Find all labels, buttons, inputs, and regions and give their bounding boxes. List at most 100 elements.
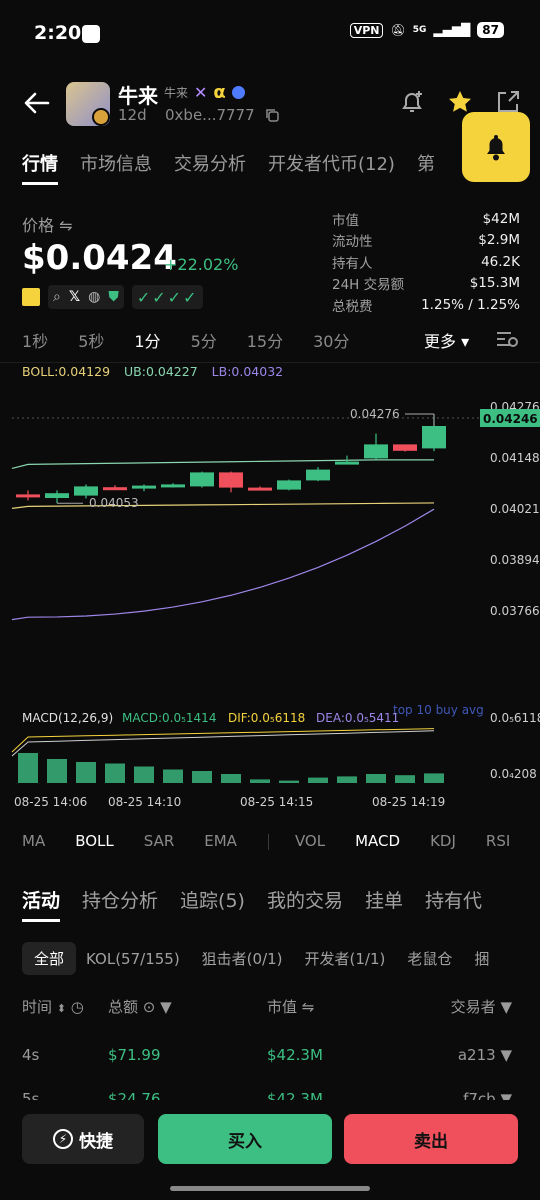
macd-bar	[47, 759, 67, 783]
copy-icon[interactable]	[264, 107, 280, 123]
platform-icon[interactable]: α	[213, 82, 225, 103]
filter-all[interactable]: 全部	[22, 942, 77, 975]
network-label: 5G	[412, 25, 427, 35]
ind-kdj[interactable]: KDJ	[430, 832, 456, 850]
stat-label: 持有人	[332, 255, 373, 272]
tab-market[interactable]: 行情	[22, 150, 58, 185]
time-axis-label: 08-25 14:19	[372, 795, 445, 809]
tf-5m[interactable]: 5分	[191, 328, 217, 352]
tab-market-info[interactable]: 市场信息	[80, 150, 152, 185]
boll-lower-band	[11, 508, 435, 621]
x-link-icon[interactable]: ✕	[194, 83, 207, 102]
sell-button[interactable]: 卖出	[344, 1114, 518, 1164]
row-trader[interactable]: a213 ▼	[458, 1046, 512, 1064]
filter-dev[interactable]: 开发者(1/1)	[305, 942, 386, 975]
shield-icon[interactable]: ⛊	[108, 289, 119, 305]
tab-more[interactable]: 第	[417, 150, 435, 185]
back-arrow-icon[interactable]	[22, 88, 52, 118]
filter-insider[interactable]: 老鼠仓	[395, 942, 464, 975]
price-label[interactable]: 价格 ⇋	[22, 212, 73, 236]
ind-vol[interactable]: VOL	[295, 832, 325, 850]
signal-icon: ▂▄▆█	[433, 23, 471, 37]
x-icon[interactable]: 𝕏	[69, 289, 80, 305]
ind-sar[interactable]: SAR	[144, 832, 174, 850]
security-checks[interactable]: ✓✓✓✓	[131, 285, 204, 309]
stat-value: 1.25% / 1.25%	[421, 296, 520, 313]
ind-macd[interactable]: MACD	[355, 832, 400, 850]
vpn-badge: VPN	[349, 22, 384, 38]
filter-icon[interactable]: ▼	[500, 1046, 512, 1064]
filter-icon: ▼	[500, 998, 512, 1016]
tf-5s[interactable]: 5秒	[78, 328, 104, 352]
macd-bar	[105, 763, 125, 783]
candle-body	[277, 480, 301, 490]
price-axis-label: 0.03766	[490, 604, 540, 618]
social-links: ⌕ 𝕏 ◍ ⛊	[48, 285, 124, 309]
tf-15m[interactable]: 15分	[247, 328, 283, 352]
macd-value: MACD:0.0₅1414	[122, 711, 216, 725]
quick-label: 快捷	[79, 1131, 113, 1152]
col-time[interactable]: 时间 ⬍ ◷	[22, 996, 84, 1017]
tab-tracking[interactable]: 追踪(5)	[180, 886, 245, 922]
tab-orders[interactable]: 挂单	[365, 886, 403, 922]
lightning-icon: ⚡︎	[53, 1129, 73, 1149]
tab-holders[interactable]: 持有代	[425, 886, 482, 922]
filter-bundle[interactable]: 捆	[474, 942, 489, 975]
chain-badge-icon	[92, 108, 110, 126]
candle-body	[219, 472, 243, 488]
token-address[interactable]: 0xbe...7777	[165, 106, 255, 124]
buy-button[interactable]: 买入	[158, 1114, 332, 1164]
tf-1m[interactable]: 1分	[134, 328, 160, 352]
tab-holdings[interactable]: 持仓分析	[82, 886, 158, 922]
tf-1s[interactable]: 1秒	[22, 328, 48, 352]
low-price-label: 0.04053	[89, 496, 139, 510]
token-name: 牛来	[118, 84, 158, 108]
globe-icon[interactable]: ◍	[88, 289, 100, 305]
ind-boll[interactable]: BOLL	[75, 832, 114, 850]
filter-sniper[interactable]: 狙击者(0/1)	[190, 942, 295, 975]
candle-body	[132, 485, 156, 489]
tab-trade-analysis[interactable]: 交易分析	[174, 150, 246, 185]
boll-upper-band	[11, 459, 434, 469]
macd-title: MACD(12,26,9)	[22, 711, 113, 725]
macd-bar	[250, 779, 270, 783]
filter-kol[interactable]: KOL(57/155)	[86, 944, 180, 974]
tab-my-trades[interactable]: 我的交易	[267, 886, 343, 922]
quick-trade-button[interactable]: ⚡︎ 快捷	[22, 1114, 144, 1164]
candle-body	[161, 484, 185, 488]
col-mcap[interactable]: 市值 ⇋	[267, 996, 314, 1017]
macd-bar	[308, 777, 328, 783]
tf-30m[interactable]: 30分	[313, 328, 349, 352]
row-mcap: $42.3M	[267, 1046, 323, 1064]
stat-value: $2.9M	[478, 232, 520, 249]
bell-plus-icon[interactable]	[398, 88, 426, 116]
status-time: 2:20	[34, 22, 82, 44]
stat-tax: 总税费 1.25% / 1.25%	[332, 294, 520, 316]
price-alert-button[interactable]	[462, 112, 530, 182]
ind-ma[interactable]: MA	[22, 832, 45, 850]
col-trader[interactable]: 交易者 ▼	[451, 996, 512, 1017]
stat-label: 总税费	[332, 298, 373, 315]
tab-activity[interactable]: 活动	[22, 886, 61, 922]
token-meta: 牛来 ✕ α	[164, 82, 245, 103]
chart-settings-icon[interactable]	[494, 326, 520, 352]
clock-icon: ◷	[70, 998, 84, 1016]
stat-label: 流动性	[332, 234, 373, 251]
indicator-tabs: MA BOLL SAR EMA VOL MACD KDJ RSI	[22, 832, 510, 850]
macd-bar	[134, 766, 154, 783]
home-indicator[interactable]	[170, 1186, 370, 1191]
book-icon[interactable]	[22, 285, 40, 309]
candle-body	[74, 486, 98, 496]
ind-ema[interactable]: EMA	[204, 832, 237, 850]
tab-dev-tokens[interactable]: 开发者代币(12)	[268, 150, 395, 185]
search-icon[interactable]: ⌕	[53, 289, 61, 305]
candle-body	[335, 461, 359, 465]
col-amount[interactable]: 总额 ⊙ ▼	[108, 996, 172, 1017]
time-axis-label: 08-25 14:15	[240, 795, 313, 809]
stat-liquidity: 流动性 $2.9M	[332, 230, 520, 252]
status-icons: VPN 🔕︎ 5G ▂▄▆█ 87	[349, 22, 504, 38]
price-chart[interactable]: 0.042760.040530.042760.041480.040210.038…	[0, 380, 540, 830]
more-timeframes[interactable]: 更多 ▾	[424, 328, 469, 352]
ind-rsi[interactable]: RSI	[486, 832, 510, 850]
boll-legend: BOLL:0.04129 UB:0.04227 LB:0.04032	[22, 364, 283, 379]
